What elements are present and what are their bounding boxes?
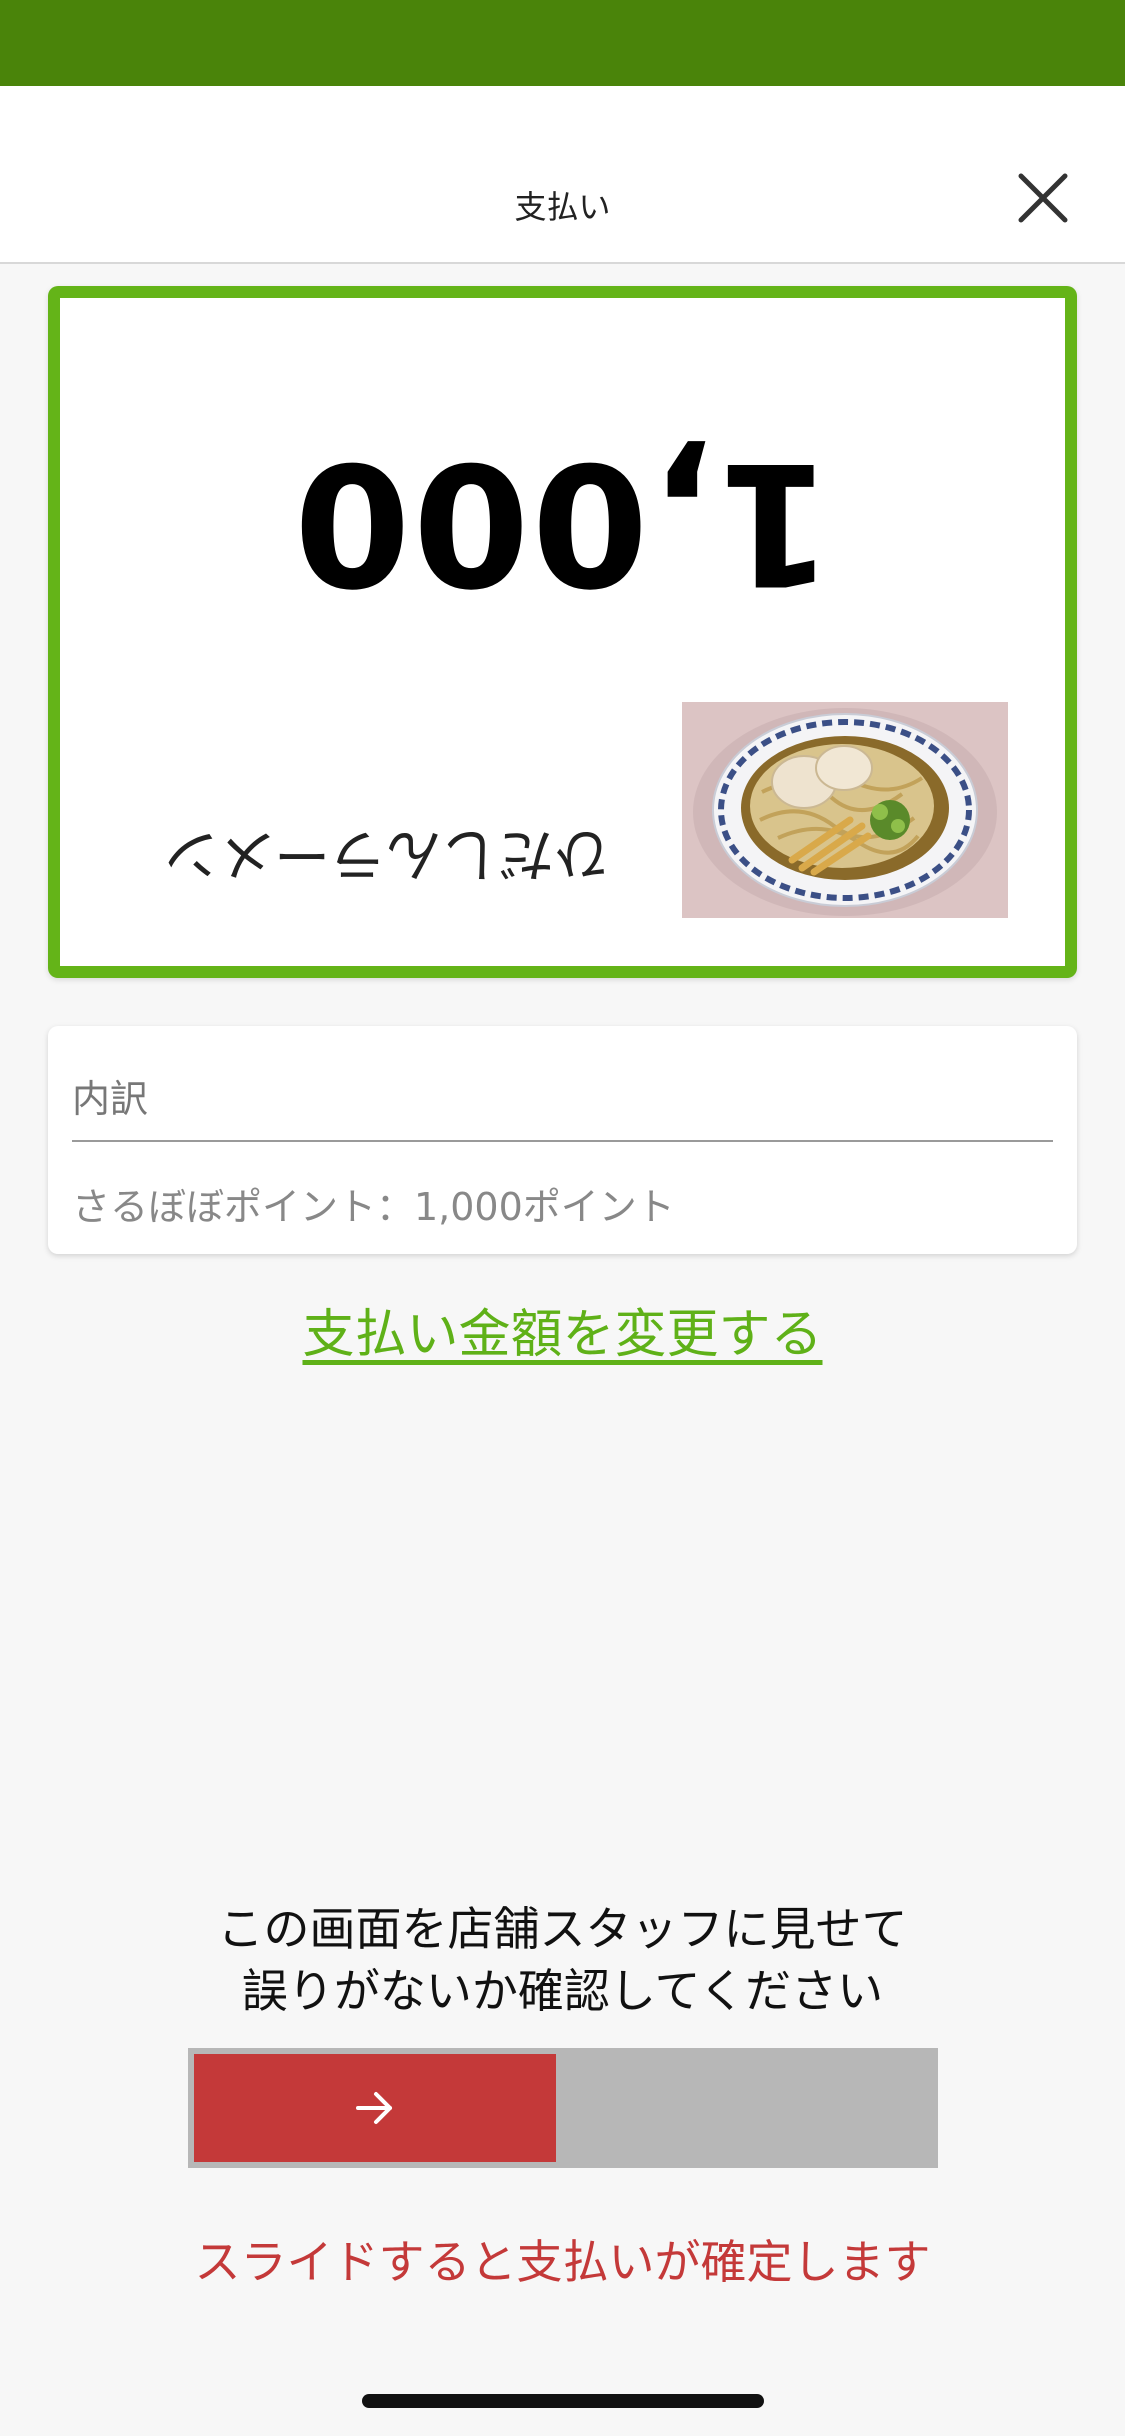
payment-display-card: 1,000 ひだしんラーメン: [48, 286, 1077, 978]
breakdown-title: 内訳: [72, 1077, 149, 1121]
confirm-slider-track[interactable]: [188, 2048, 938, 2168]
close-icon: [1018, 173, 1068, 223]
product-name: ひだしんラーメン: [164, 821, 610, 886]
arrow-right-icon: [356, 2092, 392, 2124]
breakdown-card: 内訳 さるぼぼポイント：1,000ポイント: [48, 1026, 1077, 1254]
page-title: 支払い: [514, 188, 611, 226]
breakdown-point-detail: さるぼぼポイント：1,000ポイント: [72, 1185, 675, 1229]
instruction-line-2: 誤りがないか確認してください: [241, 1964, 884, 2018]
instruction-text: この画面を店舗スタッフに見せて 誤りがないか確認してください: [0, 1898, 1125, 2022]
home-indicator: [362, 2394, 764, 2408]
divider: [72, 1140, 1053, 1142]
product-image: [682, 702, 1008, 918]
ramen-bowl-image: [682, 702, 1008, 918]
navigation-bar: 支払い: [0, 86, 1125, 264]
payment-amount: 1,000: [291, 425, 834, 621]
status-bar: [0, 0, 1125, 86]
close-button[interactable]: [1013, 168, 1073, 228]
slide-hint-text: スライドすると支払いが確定します: [194, 2235, 931, 2289]
instruction-line-1: この画面を店舗スタッフに見せて: [217, 1902, 908, 1956]
change-amount-link[interactable]: 支払い金額を変更する: [0, 1292, 1125, 1367]
confirm-slider-handle[interactable]: [194, 2054, 556, 2162]
